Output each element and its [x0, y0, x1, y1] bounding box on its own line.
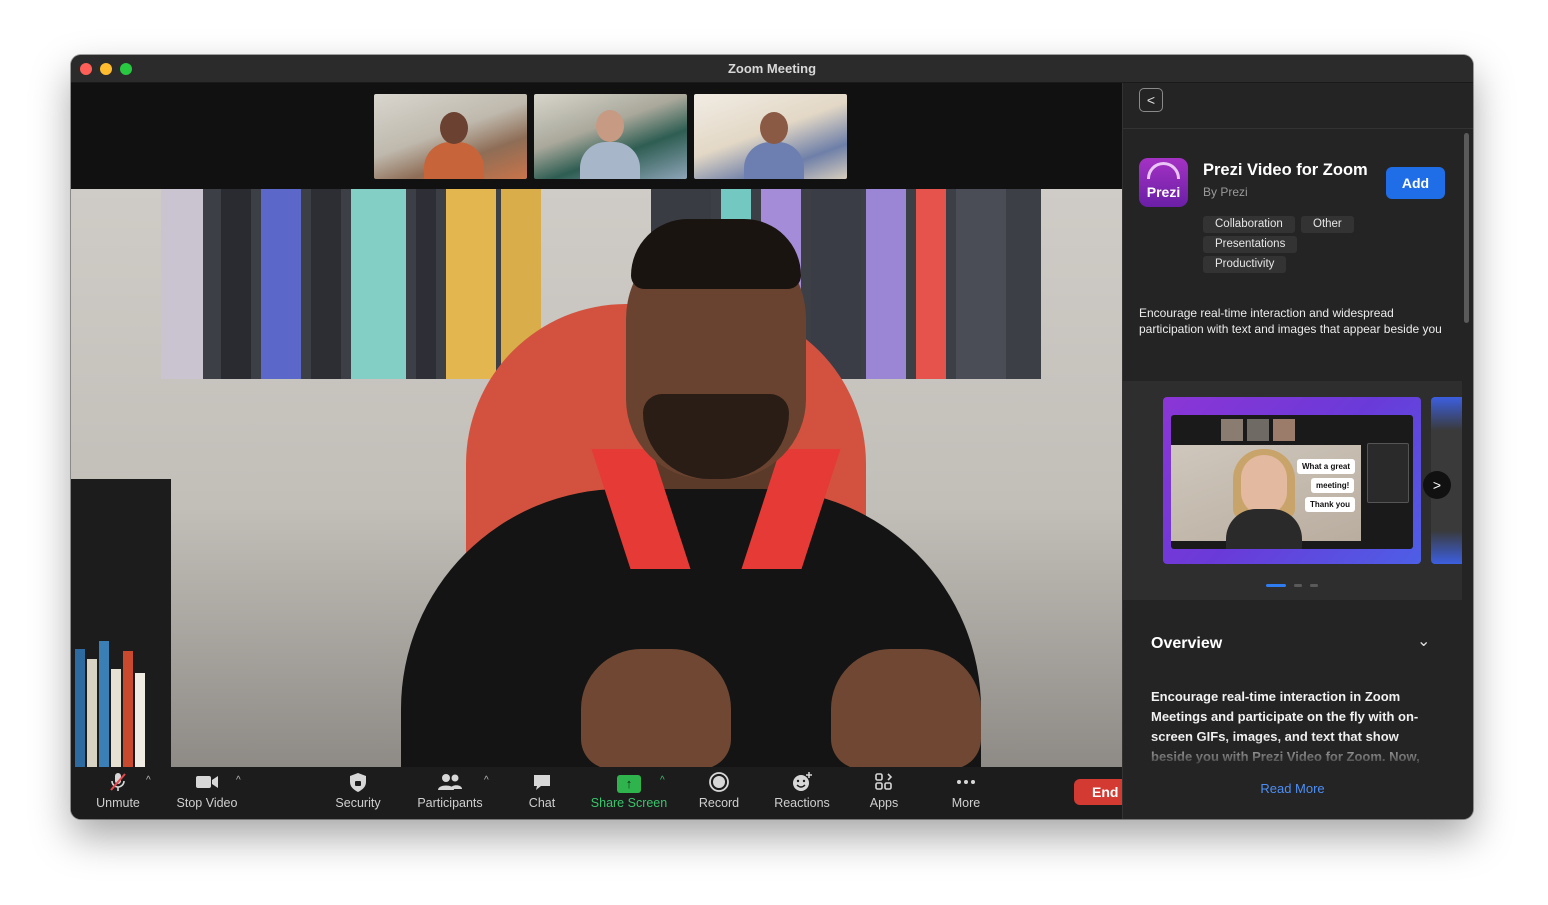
speaker-right-hand [831, 649, 981, 767]
tag-productivity[interactable]: Productivity [1203, 256, 1287, 273]
bookshelf [71, 479, 171, 767]
record-button[interactable]: Record [674, 771, 764, 817]
wall-art-left [161, 189, 541, 379]
title-bar: Zoom Meeting [71, 55, 1473, 83]
participant-head [596, 110, 624, 142]
carousel-dot[interactable] [1294, 584, 1302, 587]
prezi-logo: Prezi [1139, 158, 1188, 207]
overview-fade [1151, 737, 1443, 767]
participant-thumbnail[interactable] [534, 94, 687, 179]
video-options-caret[interactable]: ^ [236, 775, 241, 786]
prezi-logo-arc [1147, 162, 1180, 179]
slide-thumbnail [1273, 419, 1295, 441]
apps-icon [839, 771, 929, 795]
emoji-plus-icon [757, 771, 847, 795]
security-label: Security [335, 796, 381, 810]
carousel-dot[interactable] [1310, 584, 1318, 587]
app-name: Prezi Video for Zoom [1203, 161, 1368, 179]
prezi-logo-text: Prezi [1146, 184, 1181, 200]
speaker-hair [631, 219, 801, 289]
active-speaker-video [71, 189, 1122, 767]
meeting-toolbar: Unmute ^ Stop Video ^ Security Participa… [71, 767, 1138, 819]
panel-scrollbar[interactable] [1464, 133, 1469, 323]
apps-label: Apps [869, 796, 899, 810]
panel-divider [1123, 128, 1473, 129]
chat-bubble-icon [497, 771, 587, 795]
slide-bubble: Thank you [1305, 497, 1356, 512]
participant-head [760, 112, 788, 144]
tag-collaboration[interactable]: Collaboration [1203, 216, 1295, 233]
reactions-label: Reactions [774, 796, 830, 810]
chevron-down-icon[interactable]: ⌄ [1417, 631, 1430, 651]
add-app-button[interactable]: Add [1386, 167, 1445, 199]
slide-bubble: meeting! [1311, 478, 1355, 493]
meeting-area: Unmute ^ Stop Video ^ Security Participa… [71, 83, 1138, 819]
slide-person-face [1241, 455, 1287, 515]
shield-icon [313, 771, 403, 795]
slide-bubble: What a great [1297, 459, 1356, 474]
slide-side-panel [1367, 443, 1409, 503]
share-options-caret[interactable]: ^ [660, 775, 665, 786]
security-button[interactable]: Security [313, 771, 403, 817]
participants-options-caret[interactable]: ^ [484, 775, 489, 786]
participant-body [744, 142, 804, 179]
speaker-left-hand [581, 649, 731, 767]
slide-preview-screen: What a great meeting! Thank you [1171, 415, 1413, 549]
app-short-description: Encourage real-time interaction and wide… [1139, 306, 1442, 336]
participant-body [424, 142, 484, 179]
window-title: Zoom Meeting [727, 61, 817, 76]
chat-button[interactable]: Chat [497, 771, 587, 817]
reactions-button[interactable]: Reactions [757, 771, 847, 817]
participants-label: Participants [417, 796, 483, 810]
unmute-label: Unmute [96, 796, 140, 810]
tag-other[interactable]: Other [1301, 216, 1354, 233]
carousel-dot-active[interactable] [1266, 584, 1286, 587]
ellipsis-icon [921, 771, 1011, 795]
overview-heading[interactable]: Overview [1151, 635, 1222, 653]
app-details-panel: < Prezi Prezi Video for Zoom By Prezi Ad… [1122, 83, 1473, 819]
slide-thumbnail [1247, 419, 1269, 441]
back-button[interactable]: < [1139, 88, 1163, 112]
participant-thumbnail[interactable] [694, 94, 847, 179]
people-icon [405, 771, 495, 795]
slide-camera-view: What a great meeting! Thank you [1171, 445, 1361, 549]
record-circle-icon [674, 771, 764, 795]
more-label: More [951, 796, 981, 810]
participant-thumbnail-strip [71, 83, 1122, 189]
carousel-slide[interactable]: What a great meeting! Thank you [1163, 397, 1421, 564]
slide-person-body [1226, 509, 1302, 549]
slide-thumbnail [1221, 419, 1243, 441]
participant-head [440, 112, 468, 144]
tag-presentations[interactable]: Presentations [1203, 236, 1298, 253]
carousel-next-arrow-icon[interactable]: > [1423, 471, 1451, 499]
share-screen-label: Share Screen [590, 796, 668, 810]
app-developer: By Prezi [1203, 185, 1248, 199]
chat-label: Chat [528, 796, 556, 810]
participant-body [580, 142, 640, 179]
read-more-link[interactable]: Read More [1123, 781, 1462, 796]
participants-button[interactable]: Participants [405, 771, 495, 817]
zoom-window: Zoom Meeting Unmute ^ Stop Video ^ Secur… [71, 55, 1473, 819]
record-label: Record [698, 796, 740, 810]
more-button[interactable]: More [921, 771, 1011, 817]
participant-thumbnail[interactable] [374, 94, 527, 179]
stop-video-label: Stop Video [176, 796, 238, 810]
screenshot-carousel[interactable]: What a great meeting! Thank you > [1123, 381, 1462, 600]
apps-button[interactable]: Apps [839, 771, 929, 817]
audio-options-caret[interactable]: ^ [146, 775, 151, 786]
